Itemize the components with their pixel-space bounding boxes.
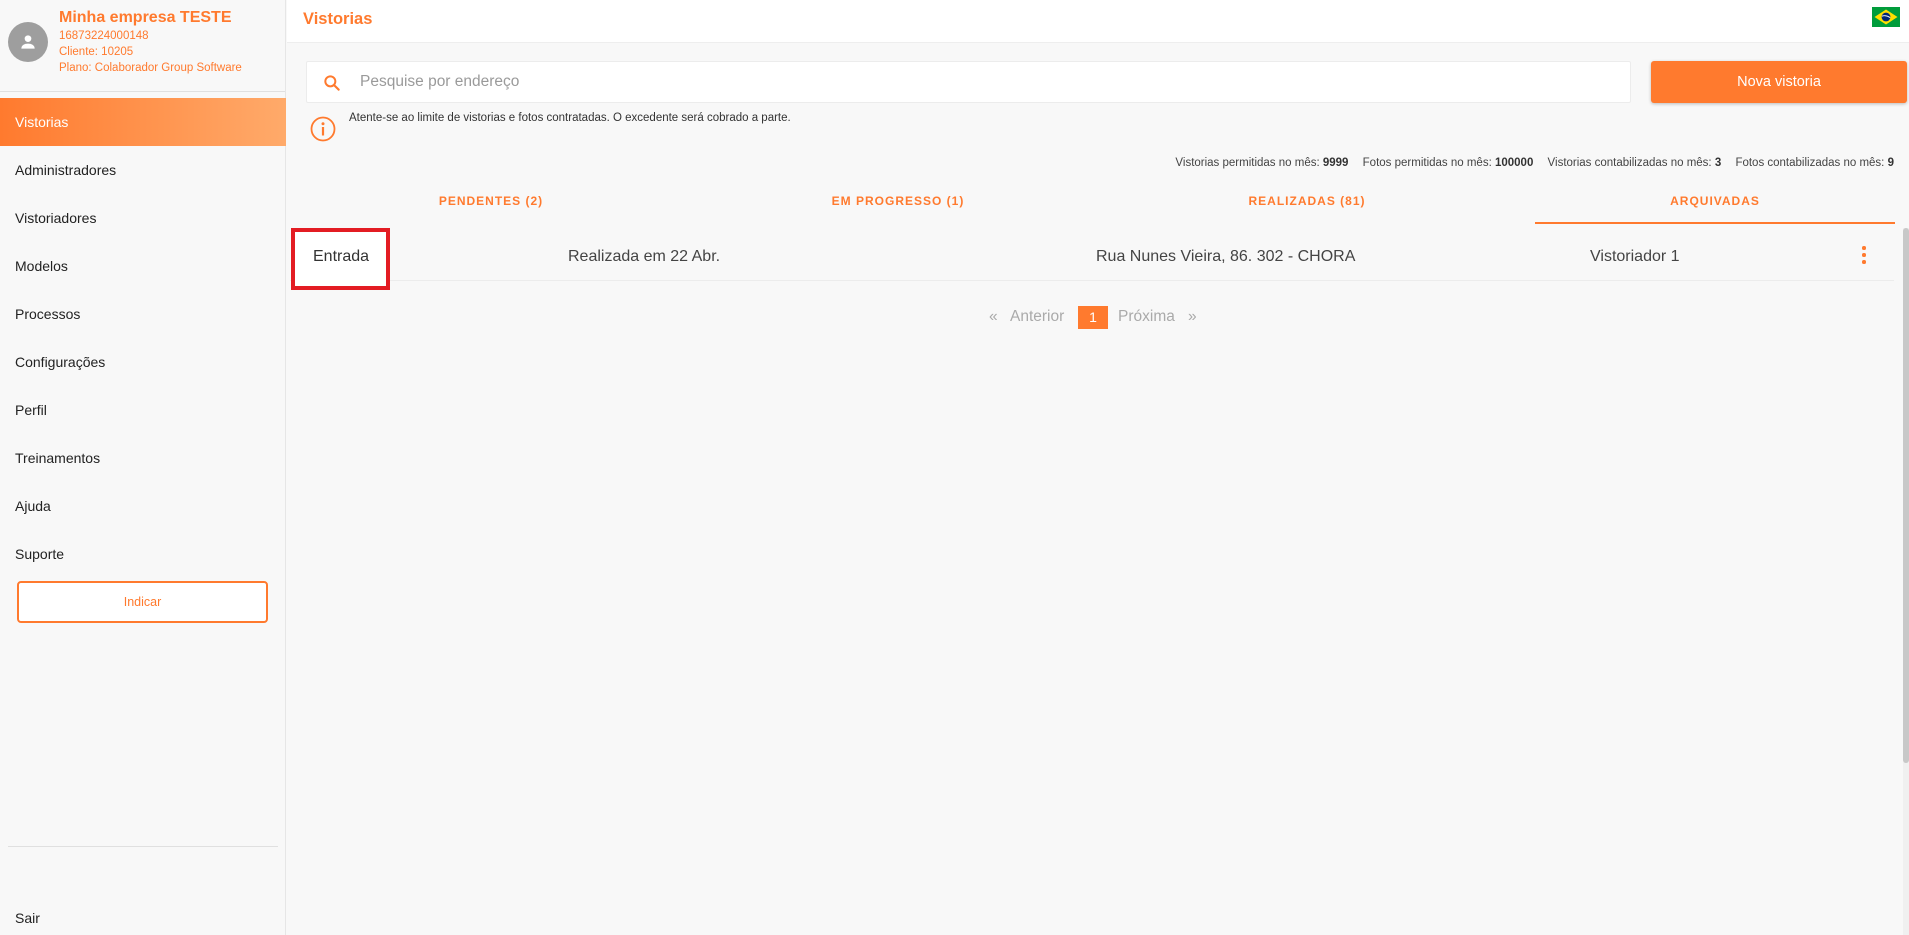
stat-label: Vistorias contabilizadas no mês: xyxy=(1547,157,1712,169)
sidebar-item-administradores[interactable]: Administradores xyxy=(0,146,286,194)
stat-item: Fotos contabilizadas no mês: 9 xyxy=(1735,157,1894,169)
pagination-next[interactable]: Próxima xyxy=(1118,306,1175,328)
stat-item: Vistorias contabilizadas no mês: 3 xyxy=(1548,157,1722,169)
search-bar xyxy=(306,61,1631,103)
tab-em-progresso[interactable]: EM PROGRESSO (1) xyxy=(718,186,1078,224)
tab-pendentes[interactable]: PENDENTES (2) xyxy=(311,186,671,224)
more-options-icon[interactable] xyxy=(1860,246,1868,266)
indicar-button[interactable]: Indicar xyxy=(17,581,268,623)
sidebar-item-label: Suporte xyxy=(15,546,65,562)
stat-value: 9999 xyxy=(1322,157,1349,169)
top-bar: Vistorias xyxy=(287,0,1909,43)
sidebar-item-perfil[interactable]: Perfil xyxy=(0,386,286,434)
stat-value: 9 xyxy=(1887,157,1894,169)
pagination-prev[interactable]: Anterior xyxy=(1010,306,1064,328)
profile-header: Minha empresa TESTE 16873224000148 Clien… xyxy=(0,0,285,92)
sidebar-item-label: Perfil xyxy=(15,402,47,418)
stat-item: Fotos permitidas no mês: 100000 xyxy=(1363,157,1534,169)
sidebar: Minha empresa TESTE 16873224000148 Clien… xyxy=(0,0,286,935)
info-icon xyxy=(310,116,336,142)
client-id: Cliente: 10205 xyxy=(59,46,134,58)
inspection-address: Rua Nunes Vieira, 86. 302 - CHORA xyxy=(1096,248,1356,265)
sidebar-item-suporte[interactable]: Suporte xyxy=(0,530,286,578)
search-icon xyxy=(324,75,340,91)
inspection-status: Realizada em 22 Abr. xyxy=(568,248,721,265)
sidebar-item-modelos[interactable]: Modelos xyxy=(0,242,286,290)
stat-label: Vistorias permitidas no mês: xyxy=(1175,157,1320,169)
stat-value: 100000 xyxy=(1494,157,1534,169)
limit-notice: Atente-se ao limite de vistorias e fotos… xyxy=(349,112,791,124)
sidebar-item-ajuda[interactable]: Ajuda xyxy=(0,482,286,530)
stat-label: Fotos permitidas no mês: xyxy=(1362,157,1492,169)
avatar[interactable] xyxy=(8,22,48,62)
tab-arquivadas[interactable]: ARQUIVADAS xyxy=(1535,186,1895,224)
sidebar-item-treinamentos[interactable]: Treinamentos xyxy=(0,434,286,482)
sidebar-item-configuracoes[interactable]: Configurações xyxy=(0,338,286,386)
sidebar-item-label: Administradores xyxy=(15,162,117,178)
usage-stats: Vistorias permitidas no mês: 9999 Fotos … xyxy=(1164,157,1894,169)
table-row[interactable]: Entrada Realizada em 22 Abr. Rua Nunes V… xyxy=(290,228,1894,290)
tab-realizadas[interactable]: REALIZADAS (81) xyxy=(1127,186,1487,224)
pagination-current-page[interactable]: 1 xyxy=(1078,306,1108,329)
scrollbar-thumb[interactable] xyxy=(1903,228,1909,763)
pagination-prev-icon[interactable]: « xyxy=(989,306,998,328)
sidebar-item-label: Processos xyxy=(15,306,81,322)
search-input[interactable] xyxy=(360,62,1620,102)
inspection-inspector: Vistoriador 1 xyxy=(1590,248,1680,265)
sidebar-item-label: Treinamentos xyxy=(15,450,101,466)
logout-link[interactable]: Sair xyxy=(15,910,40,926)
plan-name: Plano: Colaborador Group Software xyxy=(59,62,242,74)
sidebar-item-vistoriadores[interactable]: Vistoriadores xyxy=(0,194,286,242)
sidebar-item-label: Ajuda xyxy=(15,498,51,514)
stat-label: Fotos contabilizadas no mês: xyxy=(1735,157,1885,169)
new-inspection-button[interactable]: Nova vistoria xyxy=(1651,61,1907,103)
sidebar-item-label: Configurações xyxy=(15,354,106,370)
inspection-type[interactable]: Entrada xyxy=(291,228,390,290)
sidebar-item-processos[interactable]: Processos xyxy=(0,290,286,338)
brazil-flag-icon[interactable] xyxy=(1872,7,1900,27)
stat-value: 3 xyxy=(1714,157,1722,169)
sidebar-divider xyxy=(8,846,278,847)
stat-item: Vistorias permitidas no mês: 9999 xyxy=(1175,157,1348,169)
pagination-next-icon[interactable]: » xyxy=(1188,306,1197,328)
company-name: Minha empresa TESTE xyxy=(59,9,232,26)
sidebar-nav: Vistorias Administradores Vistoriadores … xyxy=(0,98,286,578)
sidebar-item-label: Modelos xyxy=(15,258,68,274)
sidebar-item-label: Vistorias xyxy=(15,114,69,130)
user-icon xyxy=(21,35,35,49)
company-document: 16873224000148 xyxy=(59,30,149,42)
sidebar-item-vistorias[interactable]: Vistorias xyxy=(0,98,286,146)
sidebar-item-label: Vistoriadores xyxy=(15,210,97,226)
page-title: Vistorias xyxy=(303,10,373,28)
